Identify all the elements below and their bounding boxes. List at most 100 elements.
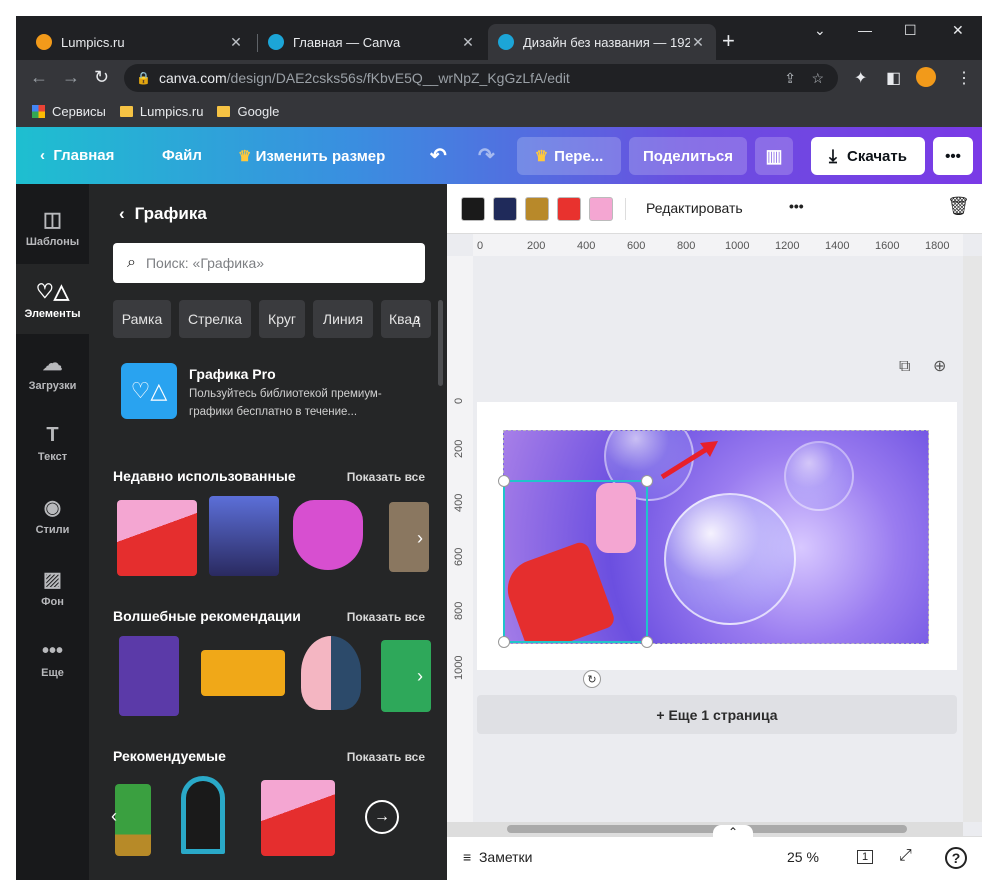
horizontal-scrollbar[interactable]	[447, 822, 963, 836]
chevron-right-icon[interactable]: ›	[417, 666, 423, 687]
new-tab-button[interactable]: +	[722, 30, 735, 52]
search-input[interactable]: ⌕ Поиск: «Графика»	[113, 243, 425, 283]
hand-peace-sticker[interactable]	[119, 636, 179, 716]
share-button[interactable]: Поделиться	[629, 137, 747, 175]
badge-sticker[interactable]	[389, 502, 429, 572]
rail-templates[interactable]: ◫ Шаблоны	[16, 192, 89, 262]
rail-background[interactable]: ▨ Фон	[16, 552, 89, 622]
help-icon[interactable]: ?	[945, 847, 967, 869]
resize-handle[interactable]	[641, 636, 653, 648]
close-icon[interactable]: ✕	[228, 34, 244, 51]
selection-box[interactable]	[498, 475, 653, 648]
chevron-left-icon[interactable]: ‹	[111, 806, 117, 827]
thumbs-up-sticker[interactable]	[117, 500, 197, 576]
more-button[interactable]: •••	[933, 137, 973, 175]
vertical-scrollbar[interactable]	[963, 256, 982, 822]
forward-icon[interactable]: →	[62, 67, 80, 88]
edit-button[interactable]: Редактировать	[646, 200, 743, 216]
minimize-button[interactable]: —	[858, 22, 872, 38]
show-all-link[interactable]: Показать все	[347, 610, 425, 624]
fullscreen-icon[interactable]: ⤢	[899, 847, 912, 865]
add-page-button[interactable]: + Еще 1 страница	[477, 695, 957, 734]
color-swatch[interactable]	[461, 197, 485, 221]
insights-icon[interactable]: ▥	[755, 137, 793, 175]
graphics-pro-icon[interactable]: ♡△	[121, 363, 177, 419]
close-icon[interactable]: ✕	[690, 34, 706, 51]
chip-circle[interactable]: Круг	[259, 300, 305, 338]
scrollbar[interactable]	[438, 300, 443, 386]
folder-icon	[119, 106, 133, 117]
undo-icon[interactable]: ↶	[430, 143, 447, 168]
avatar[interactable]	[916, 67, 936, 87]
show-all-link[interactable]: Показать все	[347, 750, 425, 764]
resize-button[interactable]: ♛ Изменить размер	[238, 147, 385, 165]
redo-icon[interactable]: ↷	[478, 143, 495, 168]
upgrade-button[interactable]: ♛ Пере...	[517, 137, 621, 175]
close-window-button[interactable]: ✕	[952, 22, 964, 39]
resize-handle[interactable]	[641, 475, 653, 487]
ruler-label: 600	[627, 240, 646, 252]
chevron-right-icon[interactable]: ›	[417, 528, 423, 549]
bull-sticker[interactable]	[293, 500, 363, 570]
menu-icon[interactable]: ⋮	[956, 68, 972, 88]
scroll-thumb[interactable]	[507, 825, 907, 833]
color-swatch[interactable]	[589, 197, 613, 221]
tab-search-icon[interactable]: ⌄	[814, 22, 826, 39]
reload-icon[interactable]: ↻	[94, 67, 109, 88]
share-icon[interactable]: ⇪	[784, 70, 796, 87]
color-swatch[interactable]	[557, 197, 581, 221]
chevron-left-icon[interactable]: ‹	[119, 204, 125, 223]
sidepanel-icon[interactable]: ◧	[886, 68, 901, 88]
bubble	[664, 493, 796, 625]
home-back-button[interactable]: ‹ Главная	[40, 147, 114, 164]
show-all-link[interactable]: Показать все	[347, 470, 425, 484]
chevron-right-icon[interactable]: ›	[415, 310, 420, 328]
bookmark-services[interactable]: Сервисы	[32, 104, 106, 119]
bookmark-google[interactable]: Google	[217, 104, 279, 119]
dancer-sticker[interactable]	[209, 496, 279, 576]
tab-lumpics[interactable]: Lumpics.ru ✕	[26, 24, 254, 60]
download-button[interactable]: ⤓ Скачать	[811, 137, 925, 175]
rotate-icon[interactable]: ↻	[583, 670, 601, 688]
arrow-sticker[interactable]	[654, 433, 734, 483]
arrow-right-icon[interactable]: →	[365, 800, 399, 834]
heart-eye-sticker[interactable]	[301, 636, 361, 710]
chevron-up-icon[interactable]: ⌃	[713, 825, 753, 839]
trash-icon[interactable]: 🗑	[947, 196, 970, 217]
bookmark-lumpics[interactable]: Lumpics.ru	[119, 104, 203, 119]
notes-button[interactable]: ≡ Заметки	[463, 849, 533, 865]
rail-uploads[interactable]: ☁ Загрузки	[16, 336, 89, 406]
crown-icon: ♛	[534, 148, 549, 165]
chip-line[interactable]: Линия	[313, 300, 373, 338]
file-menu-button[interactable]: Файл	[162, 147, 202, 164]
zoom-level[interactable]: 25 %	[787, 849, 819, 865]
rail-elements[interactable]: ♡△ Элементы	[16, 264, 89, 334]
thumbs-up-sticker[interactable]	[261, 780, 335, 856]
duplicate-page-icon[interactable]: ⧉	[899, 358, 910, 376]
page-number-button[interactable]: 1	[857, 850, 874, 864]
hands-sticker[interactable]	[201, 650, 285, 696]
rail-styles[interactable]: ◉ Стили	[16, 480, 89, 550]
plant-sticker[interactable]	[115, 784, 151, 856]
chip-frame[interactable]: Рамка	[113, 300, 171, 338]
color-swatch[interactable]	[525, 197, 549, 221]
extensions-icon[interactable]: ✦	[854, 68, 867, 88]
chip-square[interactable]: Квад	[381, 300, 431, 338]
resize-handle[interactable]	[498, 636, 510, 648]
chip-arrow[interactable]: Стрелка	[179, 300, 251, 338]
tab-design[interactable]: Дизайн без названия — 1920 ✕	[488, 24, 716, 60]
woman-sticker[interactable]	[381, 640, 431, 712]
color-swatch[interactable]	[493, 197, 517, 221]
resize-handle[interactable]	[498, 475, 510, 487]
frame-sticker[interactable]	[181, 776, 225, 854]
star-icon[interactable]: ☆	[811, 70, 824, 87]
rail-text[interactable]: T Текст	[16, 408, 89, 478]
rail-more[interactable]: ••• Еще	[16, 624, 89, 694]
maximize-button[interactable]: ☐	[904, 22, 917, 39]
address-bar[interactable]: 🔒 canva.com /design/DAE2csks56s/fKbvE5Q_…	[124, 64, 838, 92]
back-icon[interactable]: ←	[30, 67, 48, 88]
add-page-icon[interactable]: ⊕	[933, 356, 946, 376]
tab-canva-home[interactable]: Главная — Canva ✕	[258, 24, 486, 60]
more-options-icon[interactable]: •••	[789, 198, 804, 214]
close-icon[interactable]: ✕	[460, 34, 476, 51]
